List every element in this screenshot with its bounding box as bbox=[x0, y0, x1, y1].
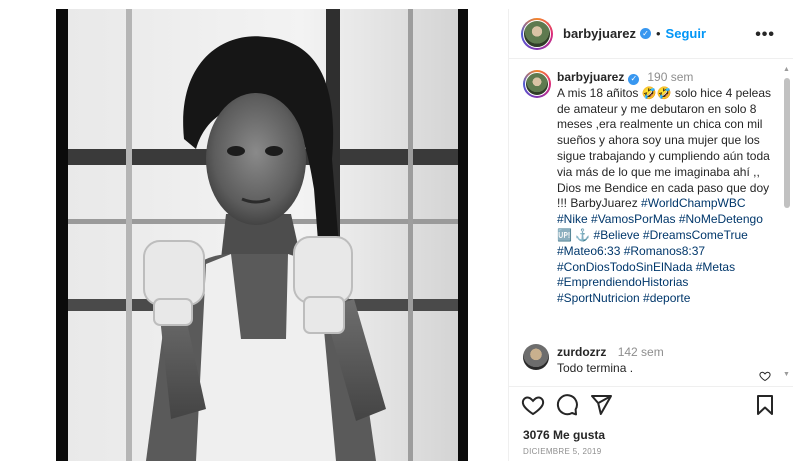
follow-button[interactable]: Seguir bbox=[666, 26, 706, 41]
author-username[interactable]: barbyjuarez bbox=[563, 26, 636, 41]
comment-like-heart-icon[interactable] bbox=[759, 370, 771, 382]
comment-body: zurdozrz 142 sem Todo termina . bbox=[557, 344, 773, 376]
caption: barbyjuarez ✓ 190 sem A mis 18 añitos 🤣🤣 s… bbox=[523, 70, 773, 307]
avatar-image bbox=[525, 72, 549, 96]
comment-username[interactable]: zurdozrz bbox=[557, 345, 606, 359]
share-icon[interactable] bbox=[589, 393, 613, 417]
caption-time[interactable]: 190 sem bbox=[647, 70, 693, 84]
comment-time[interactable]: 142 sem bbox=[618, 345, 664, 359]
caption-username[interactable]: barbyjuarez bbox=[557, 70, 624, 84]
action-bar: 3076 Me gusta DICIEMBRE 5, 2019 bbox=[509, 386, 793, 461]
caption-text: A mis 18 añitos 🤣🤣 solo hice 4 peleas de… bbox=[557, 85, 771, 211]
scroll-down-arrow-icon[interactable]: ▼ bbox=[783, 371, 790, 378]
media-pane bbox=[0, 0, 508, 461]
heart-icon[interactable] bbox=[521, 393, 545, 417]
caption-avatar[interactable] bbox=[523, 70, 551, 98]
verified-icon: ✓ bbox=[628, 73, 640, 85]
post-header: barbyjuarez ✓ • Seguir ••• bbox=[509, 9, 793, 59]
commenter-avatar[interactable] bbox=[523, 344, 549, 370]
verified-icon: ✓ bbox=[639, 28, 651, 39]
caption-hashtags[interactable]: #WorldChampWBC #Nike #VamosPorMas #NoMeD… bbox=[557, 196, 763, 305]
post-sidebar: barbyjuarez ✓ • Seguir ••• barbyjuarez ✓ 1… bbox=[508, 9, 793, 461]
scroll-up-arrow-icon[interactable]: ▲ bbox=[783, 66, 790, 73]
boxer-photo-image bbox=[56, 9, 468, 461]
comments-section[interactable]: barbyjuarez ✓ 190 sem A mis 18 añitos 🤣🤣 s… bbox=[509, 60, 793, 386]
comment-icon[interactable] bbox=[555, 393, 579, 417]
more-icon[interactable]: ••• bbox=[755, 26, 775, 44]
comment-text: Todo termina . bbox=[557, 361, 634, 375]
comment-item: zurdozrz 142 sem Todo termina . bbox=[523, 344, 773, 382]
separator-dot: • bbox=[655, 26, 661, 41]
bookmark-icon[interactable] bbox=[753, 393, 777, 417]
instagram-post: barbyjuarez ✓ • Seguir ••• barbyjuarez ✓ 1… bbox=[0, 0, 800, 461]
post-photo[interactable] bbox=[56, 9, 468, 461]
avatar-image bbox=[523, 19, 551, 48]
caption-body: barbyjuarez ✓ 190 sem A mis 18 añitos 🤣🤣 s… bbox=[557, 70, 773, 307]
author-avatar[interactable] bbox=[521, 17, 553, 50]
comments-scrollbar[interactable]: ▲ ▼ bbox=[783, 66, 791, 378]
like-count[interactable]: 3076 Me gusta bbox=[523, 428, 605, 442]
post-date[interactable]: DICIEMBRE 5, 2019 bbox=[523, 447, 601, 456]
scroll-thumb[interactable] bbox=[784, 78, 790, 208]
